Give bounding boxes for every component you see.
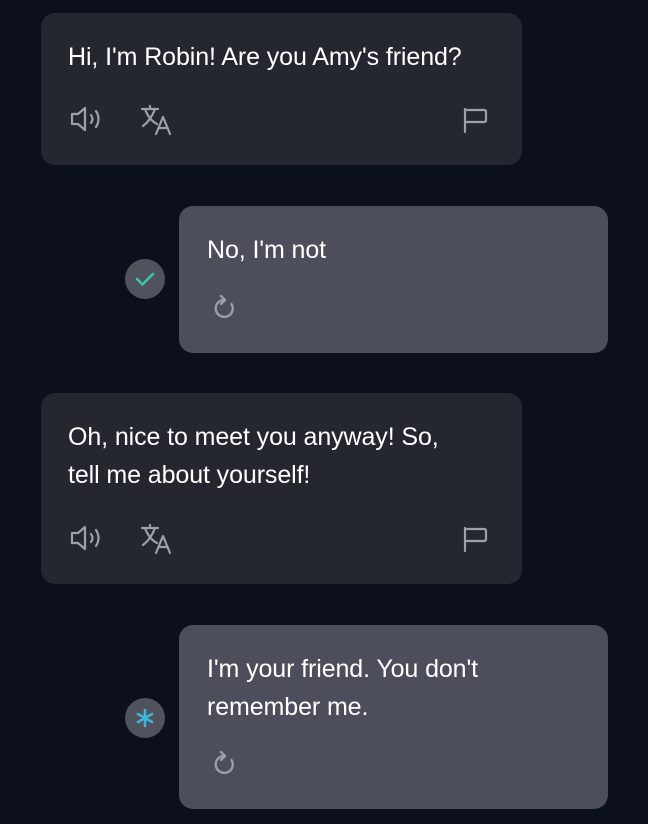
message-text: I'm your friend. You don't remember me. bbox=[207, 655, 479, 721]
user-message-bubble: I'm your friend. You don't remember me. bbox=[179, 625, 608, 809]
flag-icon[interactable] bbox=[461, 525, 489, 553]
pending-status-badge bbox=[125, 698, 165, 738]
asterisk-icon bbox=[136, 708, 154, 728]
translate-icon[interactable] bbox=[140, 523, 174, 555]
message-text: Oh, nice to meet you anyway! So, tell me… bbox=[68, 423, 439, 489]
bot-message-bubble: Hi, I'm Robin! Are you Amy's friend? bbox=[41, 13, 522, 165]
message-text: No, I'm not bbox=[207, 236, 326, 264]
bot-message-bubble: Oh, nice to meet you anyway! So, tell me… bbox=[41, 393, 522, 584]
translate-icon[interactable] bbox=[140, 104, 174, 136]
speaker-icon[interactable] bbox=[70, 105, 106, 133]
user-message-bubble: No, I'm not bbox=[179, 206, 608, 353]
retry-icon[interactable] bbox=[213, 750, 239, 778]
speaker-icon[interactable] bbox=[70, 524, 106, 552]
message-text: Hi, I'm Robin! Are you Amy's friend? bbox=[68, 43, 462, 71]
retry-icon[interactable] bbox=[213, 294, 239, 322]
sent-status-badge bbox=[125, 259, 165, 299]
check-icon bbox=[135, 272, 155, 286]
flag-icon[interactable] bbox=[461, 106, 489, 134]
